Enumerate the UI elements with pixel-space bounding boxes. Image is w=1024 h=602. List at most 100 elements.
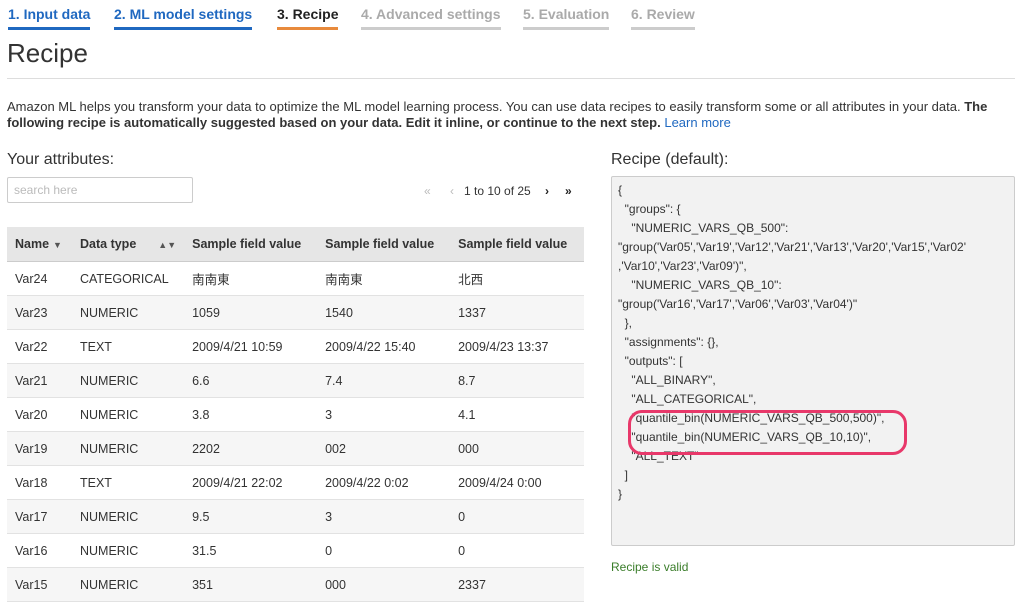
table-cell: Var15 <box>7 567 72 602</box>
page-range: 1 to 10 of 25 <box>464 184 531 198</box>
table-cell: 2009/4/21 22:02 <box>184 465 318 500</box>
table-cell: Var21 <box>7 363 72 398</box>
table-cell: Var20 <box>7 397 72 432</box>
recipe-line: ,'Var10','Var23','Var09')", <box>618 259 747 273</box>
recipe-line: "ALL_CATEGORICAL", <box>618 392 757 406</box>
table-cell: 4.1 <box>450 397 584 432</box>
table-cell: 3.8 <box>184 397 318 432</box>
last-page-icon[interactable]: » <box>565 184 572 198</box>
table-cell: Var17 <box>7 499 72 534</box>
table-row: Var18 TEXT 2009/4/21 22:02 2009/4/22 0:02 20… <box>7 465 584 500</box>
column-header-data-type[interactable]: Data type ▲▼ <box>72 227 185 262</box>
table-cell: 2009/4/21 10:59 <box>184 329 318 364</box>
table-cell: Var23 <box>7 295 72 330</box>
table-cell: TEXT <box>72 465 185 500</box>
attribute-search-input[interactable] <box>7 177 193 203</box>
table-row: Var19 NUMERIC 2202 002 000 <box>7 431 584 466</box>
step-advanced-settings[interactable]: 4. Advanced settings <box>361 6 501 30</box>
column-header-name[interactable]: Name ▼ <box>7 227 72 262</box>
table-row: Var16 NUMERIC 31.5 0 0 <box>7 533 584 568</box>
table-header-row: Name ▼ Data type ▲▼ Sample field value Sam… <box>7 227 584 262</box>
recipe-line: "outputs": [ <box>618 354 683 368</box>
table-cell: Var16 <box>7 533 72 568</box>
step-input-data[interactable]: 1. Input data <box>8 6 91 30</box>
table-row: Var24 CATEGORICAL 南南東 南南東 北西 <box>7 261 584 296</box>
table-cell: 351 <box>184 567 318 602</box>
table-cell: 2009/4/23 13:37 <box>450 329 584 364</box>
intro-text: Amazon ML helps you transform your data … <box>7 99 1017 131</box>
table-cell: 2009/4/24 0:00 <box>450 465 584 500</box>
step-recipe[interactable]: 3. Recipe <box>277 6 339 30</box>
recipe-line: { <box>618 183 623 197</box>
recipe-line: "ALL_BINARY", <box>618 373 716 387</box>
table-cell: 2009/4/22 15:40 <box>317 329 451 364</box>
table-cell: NUMERIC <box>72 363 185 398</box>
recipe-line: "NUMERIC_VARS_QB_500": <box>618 221 789 235</box>
table-row: Var22 TEXT 2009/4/21 10:59 2009/4/22 15:40 2… <box>7 329 584 364</box>
table-cell: CATEGORICAL <box>72 261 185 296</box>
learn-more-link[interactable]: Learn more <box>664 115 730 130</box>
column-header-sample-1: Sample field value <box>184 227 318 262</box>
recipe-line: "group('Var05','Var19','Var12','Var21','… <box>618 240 966 254</box>
table-row: Var15 NUMERIC 351 000 2337 <box>7 567 584 602</box>
title-divider <box>7 78 1015 79</box>
table-cell: 002 <box>317 431 451 466</box>
table-cell: 南南東 <box>184 261 318 296</box>
table-cell: 0 <box>450 499 584 534</box>
table-cell: 南南東 <box>317 261 451 296</box>
recipe-valid-status: Recipe is valid <box>611 560 689 574</box>
recipe-line: } <box>618 487 623 501</box>
table-row: Var21 NUMERIC 6.6 7.4 8.7 <box>7 363 584 398</box>
attributes-heading: Your attributes: <box>7 151 115 168</box>
table-cell: 0 <box>450 533 584 568</box>
table-cell: NUMERIC <box>72 533 185 568</box>
column-header-sample-2: Sample field value <box>317 227 451 262</box>
table-cell: Var24 <box>7 261 72 296</box>
table-row: Var20 NUMERIC 3.8 3 4.1 <box>7 397 584 432</box>
table-cell: 北西 <box>450 261 584 296</box>
highlight-annotation <box>628 410 907 455</box>
table-cell: Var19 <box>7 431 72 466</box>
recipe-line: }, <box>618 316 633 330</box>
sort-desc-icon[interactable]: ▼ <box>53 240 62 250</box>
recipe-line: "assignments": {}, <box>618 335 719 349</box>
recipe-editor[interactable]: { "groups": { "NUMERIC_VARS_QB_500": "gro… <box>611 176 1015 546</box>
table-cell: Var22 <box>7 329 72 364</box>
sort-both-icon[interactable]: ▲▼ <box>158 240 176 250</box>
intro-description: Amazon ML helps you transform your data … <box>7 99 961 114</box>
table-cell: 3 <box>317 397 451 432</box>
table-cell: 8.7 <box>450 363 584 398</box>
step-evaluation[interactable]: 5. Evaluation <box>523 6 610 30</box>
first-page-icon[interactable]: « <box>424 184 431 198</box>
step-review[interactable]: 6. Review <box>631 6 695 30</box>
page-title: Recipe <box>7 38 88 68</box>
table-cell: 7.4 <box>317 363 451 398</box>
table-cell: NUMERIC <box>72 431 185 466</box>
table-cell: 2202 <box>184 431 318 466</box>
recipe-line: ] <box>618 468 629 482</box>
table-cell: 31.5 <box>184 533 318 568</box>
table-cell: NUMERIC <box>72 567 185 602</box>
table-cell: Var18 <box>7 465 72 500</box>
prev-page-icon[interactable]: ‹ <box>450 184 454 198</box>
step-ml-model-settings[interactable]: 2. ML model settings <box>114 6 253 30</box>
recipe-line: "group('Var16','Var17','Var06','Var03','… <box>618 297 858 311</box>
table-cell: TEXT <box>72 329 185 364</box>
table-cell: 0 <box>317 533 451 568</box>
column-header-sample-3: Sample field value <box>450 227 584 262</box>
table-cell: NUMERIC <box>72 397 185 432</box>
table-cell: 2337 <box>450 567 584 602</box>
table-cell: 1540 <box>317 295 451 330</box>
table-cell: NUMERIC <box>72 295 185 330</box>
table-cell: 1337 <box>450 295 584 330</box>
table-cell: 2009/4/22 0:02 <box>317 465 451 500</box>
table-cell: 9.5 <box>184 499 318 534</box>
recipe-line: "groups": { <box>618 202 681 216</box>
table-cell: 000 <box>317 567 451 602</box>
recipe-line: "NUMERIC_VARS_QB_10": <box>618 278 782 292</box>
table-cell: 3 <box>317 499 451 534</box>
table-row: Var17 NUMERIC 9.5 3 0 <box>7 499 584 534</box>
table-cell: 6.6 <box>184 363 318 398</box>
table-cell: NUMERIC <box>72 499 185 534</box>
next-page-icon[interactable]: › <box>545 184 549 198</box>
